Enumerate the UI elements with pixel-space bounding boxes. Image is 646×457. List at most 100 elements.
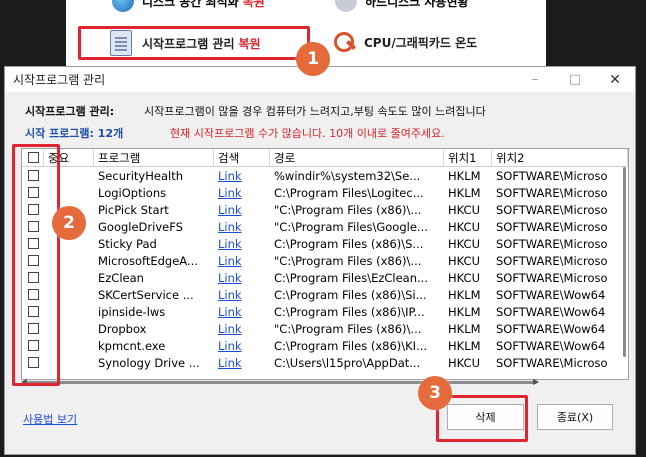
disk-optimize-restore[interactable]: 복원 [243, 0, 265, 10]
row-location1: HKLM [448, 321, 481, 336]
header-search[interactable]: 검색 [214, 149, 270, 166]
row-search-link[interactable]: Link [218, 322, 242, 336]
row-path: "C:\Program Files\Google... [274, 219, 428, 234]
highlight-delete-button [436, 395, 528, 442]
row-path: C:\Program Files (x86)\IP... [274, 304, 425, 319]
minimize-button[interactable]: – [515, 67, 555, 93]
table-row[interactable]: SKCertService ... Link C:\Program Files (x… [22, 286, 628, 303]
row-location2: SOFTWARE\Microso [496, 219, 608, 234]
table-row[interactable]: MicrosoftEdgeA... Link "C:\Program Files (… [22, 252, 628, 269]
row-search-link[interactable]: Link [218, 339, 242, 353]
table-row[interactable]: Dropbox Link "C:\Program Files (x86)\... HK… [22, 320, 628, 337]
row-path: C:\Program Files\EzClean... [274, 270, 428, 285]
disk-usage-label: 하드디스크 사용현황 [365, 0, 469, 9]
maximize-button[interactable]: □ [555, 67, 595, 93]
highlight-checkbox-column [12, 144, 60, 386]
row-program-name: Dropbox [98, 321, 147, 336]
startup-count: 시작 프로그램: 12개 [25, 127, 124, 140]
row-path: C:\Program Files (x86)\Si... [274, 287, 427, 302]
row-program-name: PicPick Start [98, 202, 169, 217]
row-program-name: SKCertService ... [98, 287, 194, 302]
count-line: 시작 프로그램: 12개 현재 시작프로그램 수가 많습니다. 10개 이내로 … [25, 125, 445, 141]
usage-guide-link[interactable]: 사용법 보기 [23, 411, 77, 427]
table-row[interactable]: Synology Drive ... Link C:\Users\l15pro\Ap… [22, 354, 628, 371]
step-badge-3: 3 [418, 376, 452, 410]
vertical-scrollbar[interactable] [622, 161, 628, 375]
disk-optimize-label: 디스크 공간 최적화 [142, 0, 239, 9]
info-description: 시작프로그램이 많을 경우 컴퓨터가 느려지고,부팅 속도도 많이 느려집니다 [144, 105, 486, 118]
disk-usage-item[interactable]: 하드디스크 사용현황 [335, 0, 469, 12]
horizontal-scroll-thumb[interactable] [27, 381, 537, 384]
table-row[interactable]: kpmcnt.exe Link C:\Program Files (x86)\KI.… [22, 337, 628, 354]
row-location1: HKLM [448, 287, 481, 302]
horizontal-scrollbar[interactable]: ◀ ▶ [21, 377, 629, 386]
row-program-name: GoogleDriveFS [98, 219, 183, 234]
row-location1: HKLM [448, 338, 481, 353]
info-label: 시작프로그램 관리: [25, 105, 115, 118]
table-row[interactable]: SecurityHealth Link %windir%\system32\Se..… [22, 167, 628, 184]
disk-icon [335, 0, 357, 12]
row-location2: SOFTWARE\Microso [496, 185, 608, 200]
step-badge-1: 1 [296, 42, 330, 76]
dialog-title: 시작프로그램 관리 [13, 73, 106, 87]
row-program-name: Sticky Pad [98, 236, 157, 251]
row-program-name: EzClean [98, 270, 144, 285]
header-location1[interactable]: 위치1 [444, 149, 492, 166]
table-row[interactable]: PicPick Start Link "C:\Program Files (x86)… [22, 201, 628, 218]
row-search-link[interactable]: Link [218, 305, 242, 319]
scroll-right-icon[interactable]: ▶ [533, 377, 539, 386]
table-row[interactable]: LogiOptions Link C:\Program Files\Logitec.… [22, 184, 628, 201]
row-search-link[interactable]: Link [218, 254, 242, 268]
exit-button[interactable]: 종료(X) [537, 404, 613, 430]
row-location1: HKCU [448, 219, 481, 234]
highlight-startup-restore [78, 26, 310, 60]
warning-message: 현재 시작프로그램 수가 많습니다. 10개 이내로 줄여주세요. [170, 127, 445, 140]
row-location2: SOFTWARE\Microso [496, 168, 608, 183]
row-program-name: LogiOptions [98, 185, 167, 200]
header-path[interactable]: 경로 [270, 149, 444, 166]
row-search-link[interactable]: Link [218, 220, 242, 234]
row-path: %windir%\system32\Se... [274, 168, 421, 183]
row-location1: HKCU [448, 236, 481, 251]
globe-icon [112, 0, 134, 12]
row-path: C:\Program Files (x86)\KI... [274, 338, 428, 353]
row-path: C:\Program Files (x86)\S... [274, 236, 424, 251]
row-location2: SOFTWARE\Microso [496, 202, 608, 217]
row-search-link[interactable]: Link [218, 288, 242, 302]
cpu-gpu-temp-item[interactable]: CPU/그래픽카드 온도 [332, 30, 477, 54]
row-location2: SOFTWARE\Microso [496, 355, 608, 370]
startup-table[interactable]: 중요 프로그램 검색 경로 위치1 위치2 SecurityHealth Link… [21, 148, 629, 380]
row-location1: HKCU [448, 355, 481, 370]
row-location1: HKLM [448, 168, 481, 183]
disk-optimize-item[interactable]: 디스크 공간 최적화 복원 [112, 0, 265, 12]
row-path: "C:\Program Files (x86)\... [274, 253, 422, 268]
row-path: "C:\Program Files (x86)\... [274, 202, 422, 217]
table-row[interactable]: ipinside-lws Link C:\Program Files (x86)\I… [22, 303, 628, 320]
vertical-scroll-thumb[interactable] [623, 167, 626, 357]
row-program-name: SecurityHealth [98, 168, 183, 183]
table-row[interactable]: GoogleDriveFS Link "C:\Program Files\Googl… [22, 218, 628, 235]
row-location1: HKCU [448, 202, 481, 217]
header-location2[interactable]: 위치2 [492, 149, 628, 166]
thermometer-icon [332, 30, 356, 54]
row-search-link[interactable]: Link [218, 169, 242, 183]
cpu-gpu-temp-label: CPU/그래픽카드 온도 [364, 35, 478, 50]
row-location2: SOFTWARE\Wow64 [496, 287, 606, 302]
table-row[interactable]: EzClean Link C:\Program Files\EzClean... HK… [22, 269, 628, 286]
table-header: 중요 프로그램 검색 경로 위치1 위치2 [22, 149, 628, 167]
row-search-link[interactable]: Link [218, 186, 242, 200]
row-location2: SOFTWARE\Microso [496, 270, 608, 285]
close-window-button[interactable]: ✕ [595, 67, 635, 93]
header-program[interactable]: 프로그램 [94, 149, 214, 166]
row-search-link[interactable]: Link [218, 203, 242, 217]
row-path: "C:\Program Files (x86)\... [274, 321, 422, 336]
row-program-name: ipinside-lws [98, 304, 166, 319]
row-location2: SOFTWARE\Wow64 [496, 321, 606, 336]
row-program-name: kpmcnt.exe [98, 338, 166, 353]
row-search-link[interactable]: Link [218, 237, 242, 251]
row-location2: SOFTWARE\Microso [496, 236, 608, 251]
row-program-name: Synology Drive ... [98, 355, 200, 370]
row-search-link[interactable]: Link [218, 271, 242, 285]
table-row[interactable]: Sticky Pad Link C:\Program Files (x86)\S..… [22, 235, 628, 252]
row-search-link[interactable]: Link [218, 356, 242, 370]
